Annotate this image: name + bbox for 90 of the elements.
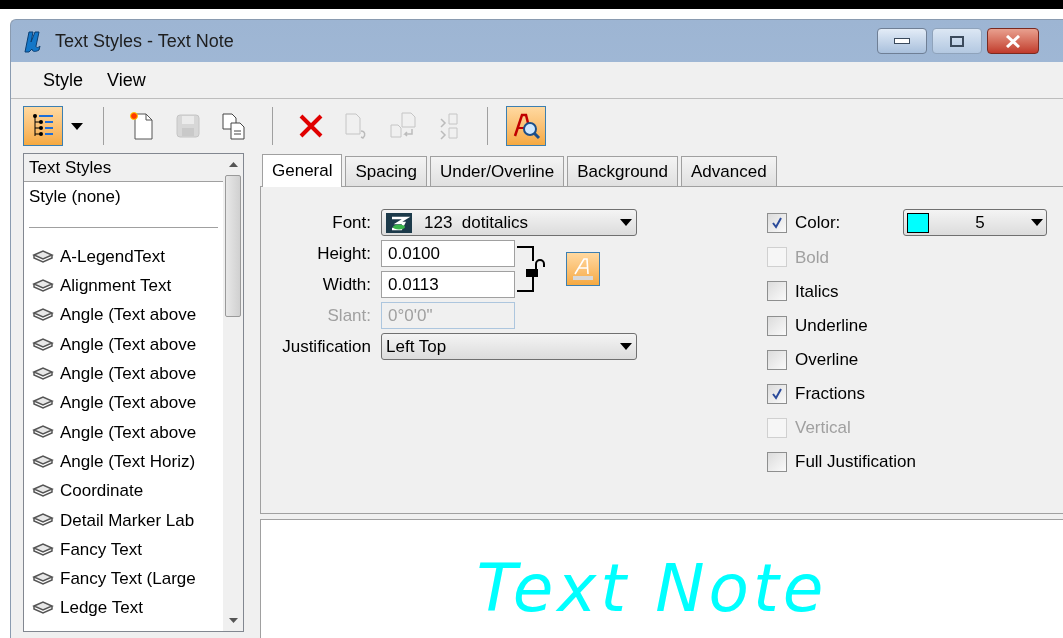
field-label: Width: [321, 273, 372, 296]
layers-icon [32, 541, 54, 558]
save-icon [175, 112, 201, 140]
layers-icon [32, 365, 54, 382]
maximize-icon [950, 35, 964, 47]
preview-text: Text Note [476, 556, 828, 622]
close-button[interactable] [987, 28, 1039, 54]
checkbox-label: Italics [795, 280, 839, 303]
italic-letter-icon [571, 256, 595, 282]
tab[interactable]: General [262, 154, 343, 187]
list-item[interactable]: Ledge Text [24, 593, 223, 623]
list-item[interactable]: Fancy Text [24, 534, 223, 565]
scroll-down-icon[interactable] [228, 618, 238, 623]
check-mark-icon [771, 387, 783, 400]
menu-item[interactable]: Style [43, 66, 84, 94]
minimize-icon [894, 38, 910, 44]
layers-icon [32, 248, 54, 265]
list-item[interactable]: Angle (Text above [24, 329, 223, 360]
maximize-button[interactable] [932, 28, 982, 54]
color-dropdown[interactable]: 5 [903, 209, 1047, 236]
tab[interactable]: Under/Overline [429, 156, 565, 186]
font-type-icon [386, 212, 412, 233]
layers-icon [32, 395, 54, 412]
text-preview-icon [511, 111, 541, 141]
checkbox[interactable] [767, 212, 787, 233]
scroll-up-icon[interactable] [228, 162, 238, 167]
checkbox-label: Color: [795, 211, 842, 234]
caret-icon [71, 122, 83, 130]
window-title: Text Styles - Text Note [55, 29, 234, 53]
list-item[interactable]: Angle (Text above [24, 300, 223, 330]
checkbox[interactable] [767, 451, 787, 472]
list-item[interactable]: Coordinate [24, 476, 223, 506]
justification-dropdown[interactable]: Left Top [381, 333, 637, 360]
list-item[interactable]: Angle (Text above [24, 388, 223, 418]
menu-item[interactable]: View [107, 66, 146, 94]
width-input[interactable]: 0.0113 [381, 271, 515, 298]
list-header: Text Styles [24, 154, 223, 182]
height-input[interactable]: 0.0100 [381, 240, 515, 267]
text-style-button[interactable] [566, 252, 600, 286]
copy-icon [220, 111, 248, 141]
checkbox[interactable] [767, 349, 787, 370]
close-icon [1005, 34, 1021, 48]
checkbox[interactable] [767, 281, 787, 302]
layers-icon [32, 277, 54, 294]
list-item[interactable]: Fancy Text (Large [24, 564, 223, 594]
checkbox-label: Fractions [795, 382, 865, 405]
checkbox-label: Full Justification [795, 451, 916, 474]
scroll-thumb[interactable] [225, 175, 241, 317]
font-dropdown[interactable]: 123 dotitalics [381, 209, 637, 236]
field-label: Font: [331, 211, 372, 234]
checkbox-label: Overline [795, 348, 859, 371]
list-item[interactable]: Angle (Text Horiz) [24, 447, 223, 477]
new-document-icon [128, 111, 156, 141]
list-item[interactable]: A-LegendText [24, 242, 223, 272]
field-label: Height: [316, 242, 372, 265]
checkbox[interactable] [767, 315, 787, 336]
check-mark-icon [771, 216, 783, 229]
caret-icon [1031, 219, 1043, 226]
caret-icon [620, 343, 632, 350]
toolbar-button[interactable] [23, 106, 63, 146]
minimize-button[interactable] [877, 28, 927, 54]
tab[interactable]: Background [567, 156, 678, 186]
caret-icon [620, 219, 632, 226]
field-label: Justification [281, 335, 372, 358]
checkbox-label: Bold [795, 246, 830, 269]
list-item[interactable]: Alignment Text [24, 271, 223, 301]
layers-icon [32, 307, 54, 324]
delete-icon [297, 112, 325, 140]
layers-icon [32, 453, 54, 470]
checkbox-label: Underline [795, 314, 868, 337]
layers-icon [32, 424, 54, 441]
layers-icon [32, 336, 54, 353]
list-item[interactable]: Style (none) [24, 182, 223, 212]
toolbar-button[interactable] [506, 106, 546, 146]
tab[interactable]: Advanced [681, 156, 777, 186]
tree-list-icon [31, 113, 55, 139]
arrow-to-text-icon [437, 111, 461, 141]
list-item[interactable]: Detail Marker Lab [24, 505, 223, 535]
document-return-icon [388, 111, 418, 141]
list-item[interactable]: Angle (Text above [24, 417, 223, 448]
checkbox[interactable] [767, 383, 787, 404]
layers-icon [32, 570, 54, 587]
layers-icon [32, 483, 54, 499]
layers-icon [32, 600, 54, 617]
layers-icon [32, 512, 54, 529]
field-label: Slant: [326, 304, 372, 327]
checkbox-label: Vertical [795, 417, 851, 440]
tab[interactable]: Spacing [345, 156, 427, 186]
scrollbar[interactable] [223, 154, 243, 631]
list-item[interactable]: Angle (Text above [24, 359, 223, 389]
